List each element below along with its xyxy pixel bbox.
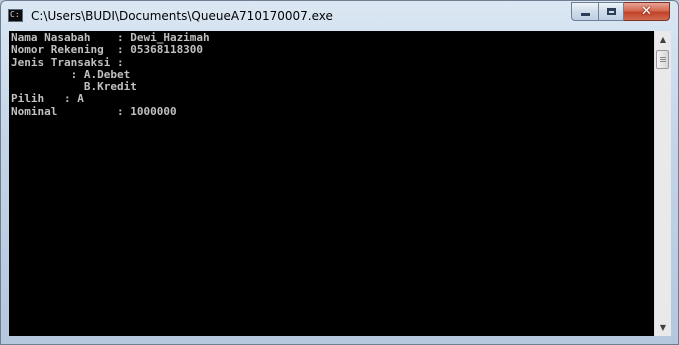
scroll-down-button[interactable]: ▼: [655, 319, 671, 336]
console-line: Pilih : A: [11, 92, 84, 106]
console-line: Nominal : 1000000: [11, 104, 177, 118]
console-line: : A.Debet: [11, 67, 131, 81]
close-icon: ✕: [641, 4, 652, 19]
arrow-up-icon: ▲: [659, 35, 667, 44]
title-bar[interactable]: C: C:\Users\BUDI\Documents\QueueA7101700…: [1, 1, 678, 31]
scroll-thumb[interactable]: [656, 50, 669, 69]
maximize-button[interactable]: [598, 2, 624, 21]
console-line: B.Kredit: [11, 80, 137, 94]
console-output-area[interactable]: Nama Nasabah : Dewi_Hazimah Nomor Rekeni…: [9, 31, 654, 336]
console-app-icon[interactable]: C:: [8, 9, 23, 22]
console-output: Nama Nasabah : Dewi_Hazimah Nomor Rekeni…: [11, 31, 210, 118]
arrow-down-icon: ▼: [659, 323, 667, 332]
vertical-scrollbar[interactable]: ▲ ▼: [654, 31, 671, 336]
window-title: C:\Users\BUDI\Documents\QueueA710170007.…: [31, 9, 333, 23]
minimize-icon: [580, 13, 590, 16]
maximize-icon: [606, 8, 616, 15]
console-line: Nama Nasabah : Dewi_Hazimah: [11, 31, 210, 44]
window-controls: ✕: [571, 2, 670, 21]
minimize-button[interactable]: [571, 2, 598, 21]
console-line: Nomor Rekening : 05368118300: [11, 43, 204, 57]
console-line: Jenis Transaksi :: [11, 55, 124, 69]
close-button[interactable]: ✕: [624, 2, 670, 21]
scroll-up-button[interactable]: ▲: [655, 31, 671, 48]
console-window: C: C:\Users\BUDI\Documents\QueueA7101700…: [0, 0, 679, 345]
